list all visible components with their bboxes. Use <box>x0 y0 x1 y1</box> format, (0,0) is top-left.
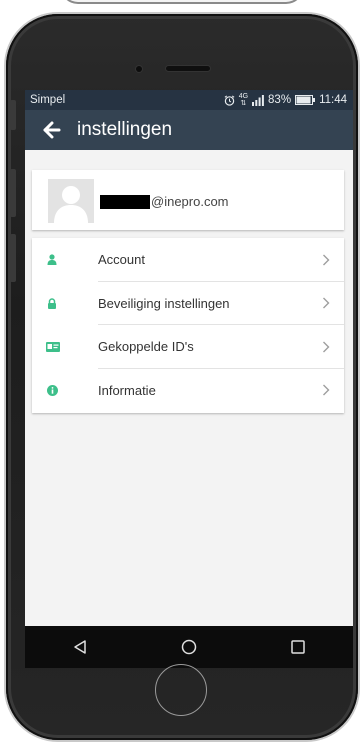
chevron-right-icon <box>323 384 330 396</box>
volume-up-button <box>10 169 16 217</box>
person-icon <box>46 254 58 266</box>
back-arrow-icon[interactable] <box>43 121 61 139</box>
battery-icon <box>295 95 316 105</box>
signal-icon <box>252 94 264 106</box>
network-type-label: 4G <box>238 93 249 100</box>
email-domain: @inepro.com <box>151 194 229 209</box>
android-nav-bar <box>25 626 353 668</box>
status-bar: Simpel 4G ⇅ 83% 11:44 <box>25 90 353 110</box>
avatar[interactable] <box>48 179 94 223</box>
menu-item-account[interactable]: Account <box>32 238 344 282</box>
carrier-name: Simpel <box>30 94 66 106</box>
volume-down-button <box>10 234 16 282</box>
menu-item-security[interactable]: Beveiliging instellingen <box>32 282 344 325</box>
menu-item-linked-ids[interactable]: Gekoppelde ID's <box>32 325 344 369</box>
user-placeholder-icon <box>48 179 94 223</box>
page-title: instellingen <box>77 119 173 140</box>
chevron-right-icon <box>323 297 330 309</box>
network-type: 4G ⇅ <box>239 93 248 107</box>
nav-recents-icon[interactable] <box>290 639 306 655</box>
menu-item-label: Gekoppelde ID's <box>98 339 194 355</box>
chevron-right-icon <box>323 254 330 266</box>
mute-switch <box>10 100 16 130</box>
nav-back-icon[interactable] <box>72 639 88 655</box>
profile-card[interactable]: @inepro.com <box>32 170 344 230</box>
chevron-right-icon <box>323 341 330 353</box>
lock-icon <box>46 297 58 309</box>
menu-item-label: Beveiliging instellingen <box>98 295 230 311</box>
phone-top-edge <box>60 0 304 4</box>
menu-item-label: Informatie <box>98 382 156 398</box>
settings-menu: Account Beveiliging instellingen Gekoppe… <box>32 238 344 413</box>
data-arrows-icon: ⇅ <box>240 100 247 107</box>
app-screen: Simpel 4G ⇅ 83% 11:44 instellingen @inep… <box>25 90 353 668</box>
clock: 11:44 <box>319 94 347 106</box>
menu-item-information[interactable]: Informatie <box>32 369 344 413</box>
front-camera <box>136 66 142 72</box>
app-bar: instellingen <box>25 110 353 150</box>
nav-home-icon[interactable] <box>181 639 197 655</box>
status-icons: 4G ⇅ 83% 11:44 <box>224 93 347 107</box>
alarm-icon <box>224 94 235 106</box>
redacted-username <box>100 194 150 209</box>
battery-percent: 83% <box>268 94 292 106</box>
profile-email: @inepro.com <box>100 194 229 209</box>
info-icon <box>46 384 58 396</box>
menu-item-label: Account <box>98 252 145 268</box>
phone-home-button[interactable] <box>155 664 207 716</box>
earpiece-speaker <box>166 66 210 71</box>
id-card-icon <box>46 341 60 353</box>
